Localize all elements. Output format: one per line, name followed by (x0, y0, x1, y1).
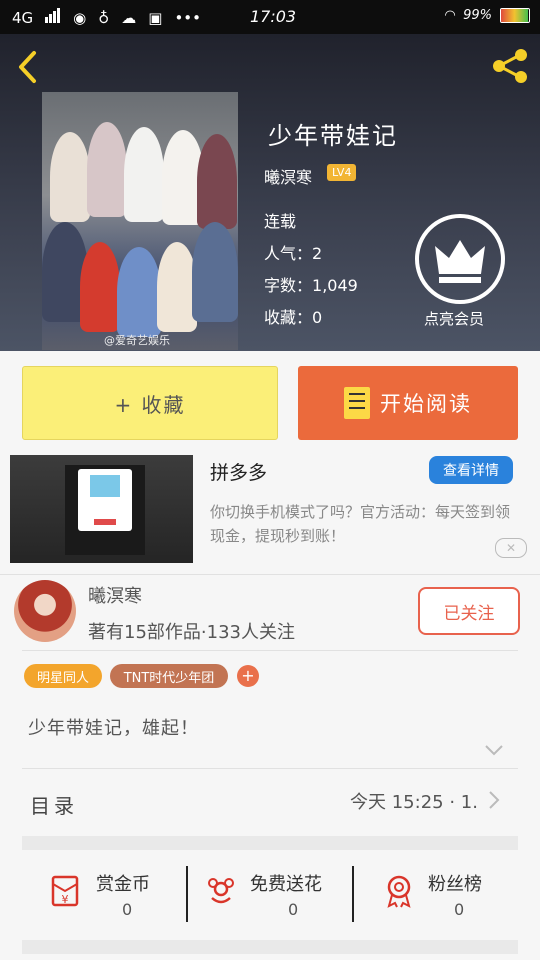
svg-text:¥: ¥ (62, 893, 69, 906)
book-summary: 少年带娃记，雄起！ (28, 718, 199, 739)
medal-icon (387, 875, 411, 908)
avatar[interactable] (14, 580, 76, 642)
battery-icon (500, 8, 530, 23)
section-separator (22, 836, 518, 850)
clock: 17:03 (250, 7, 297, 26)
wordcount-value: 1,049 (312, 276, 358, 295)
toc-last-update[interactable]: 今天 15:25 · 1. (350, 788, 478, 814)
tag-chip[interactable]: 明星同人 (24, 664, 102, 688)
more-icon: ••• (174, 8, 201, 27)
favorites-label: 收藏： (264, 308, 313, 327)
chevron-down-icon (485, 745, 503, 756)
start-reading-button[interactable]: 开始阅读 (298, 366, 518, 440)
favorite-button[interactable]: + 收藏 (22, 366, 278, 440)
divider (22, 768, 518, 769)
chevron-right-icon (489, 791, 500, 809)
ad-description: 你切换手机模式了吗？官方活动：每天签到领现金，提现秒到账！ (210, 503, 511, 545)
favorites-value: 0 (312, 308, 323, 327)
stat-label: 免费送花 (250, 874, 322, 895)
popularity-row: 人气：2 (264, 240, 322, 264)
crown-icon (435, 240, 485, 283)
start-reading-label: 开始阅读 (380, 392, 472, 416)
stat-value: 0 (288, 900, 299, 919)
flower-icon (208, 878, 234, 904)
author-link[interactable]: 曦溟寒 (264, 164, 312, 188)
divider (186, 866, 188, 922)
favorites-row: 收藏：0 (264, 304, 322, 328)
reward-coins-button[interactable]: ¥ 赏金币 0 (48, 866, 178, 922)
free-flowers-button[interactable]: 免费送花 0 (204, 866, 344, 922)
follow-button[interactable]: 已关注 (418, 587, 520, 635)
divider (0, 574, 540, 575)
chevron-left-icon (19, 51, 36, 83)
back-button[interactable] (16, 50, 38, 90)
expand-summary-button[interactable] (484, 740, 504, 761)
stat-value: 0 (122, 900, 133, 919)
book-icon (344, 387, 370, 419)
add-tag-button[interactable]: + (237, 665, 259, 687)
tag-chip[interactable]: TNT时代少年团 (110, 664, 228, 688)
level-badge: LV4 (327, 164, 357, 181)
stat-label: 粉丝榜 (428, 874, 482, 895)
vip-label[interactable]: 点亮会员 (424, 308, 484, 329)
wordcount-label: 字数： (264, 276, 313, 295)
cover-watermark: @爱奇艺娱乐 (104, 334, 170, 347)
divider (352, 866, 354, 922)
wechat-icon: ☁ (121, 8, 137, 27)
toc-label[interactable]: 目录 (30, 790, 78, 819)
book-title: 少年带娃记 (268, 122, 398, 150)
share-icon (493, 49, 527, 83)
red-envelope-icon: ¥ (51, 875, 79, 907)
share-button[interactable] (490, 48, 530, 84)
serial-status: 连载 (264, 212, 297, 231)
popularity-value: 2 (312, 244, 323, 263)
stat-value: 0 (454, 900, 465, 919)
fan-ranking-button[interactable]: 粉丝榜 0 (382, 866, 512, 922)
author-card-stats: 著有15部作品·133人关注 (88, 622, 295, 643)
qq-icon: ♁ (98, 8, 110, 27)
divider (22, 650, 518, 651)
popularity-label: 人气： (264, 244, 313, 263)
wifi-icon: ◠ (445, 8, 456, 23)
book-cover[interactable]: @爱奇艺娱乐 (42, 92, 238, 350)
signal-icon (45, 8, 61, 27)
screenshot-icon: ▣ (148, 8, 163, 27)
vip-button[interactable] (415, 214, 505, 304)
weibo-icon: ◉ (73, 8, 87, 27)
ad-details-button[interactable]: 查看详情 (429, 456, 513, 484)
ad-image[interactable] (10, 455, 193, 563)
ad-title[interactable]: 拼多多 (210, 458, 267, 485)
wordcount-row: 字数：1,049 (264, 272, 358, 296)
stat-label: 赏金币 (96, 874, 150, 895)
battery-percent: 99% (463, 8, 492, 23)
toc-arrow[interactable] (488, 790, 500, 816)
ad-close-button[interactable]: ✕ (495, 538, 527, 558)
network-label: 4G (12, 8, 34, 27)
section-separator (22, 940, 518, 954)
author-card-name[interactable]: 曦溟寒 (88, 582, 142, 608)
status-bar: 4G ◉ ♁ ☁ ▣ ••• 17:03 ◠ 99% (0, 0, 540, 34)
